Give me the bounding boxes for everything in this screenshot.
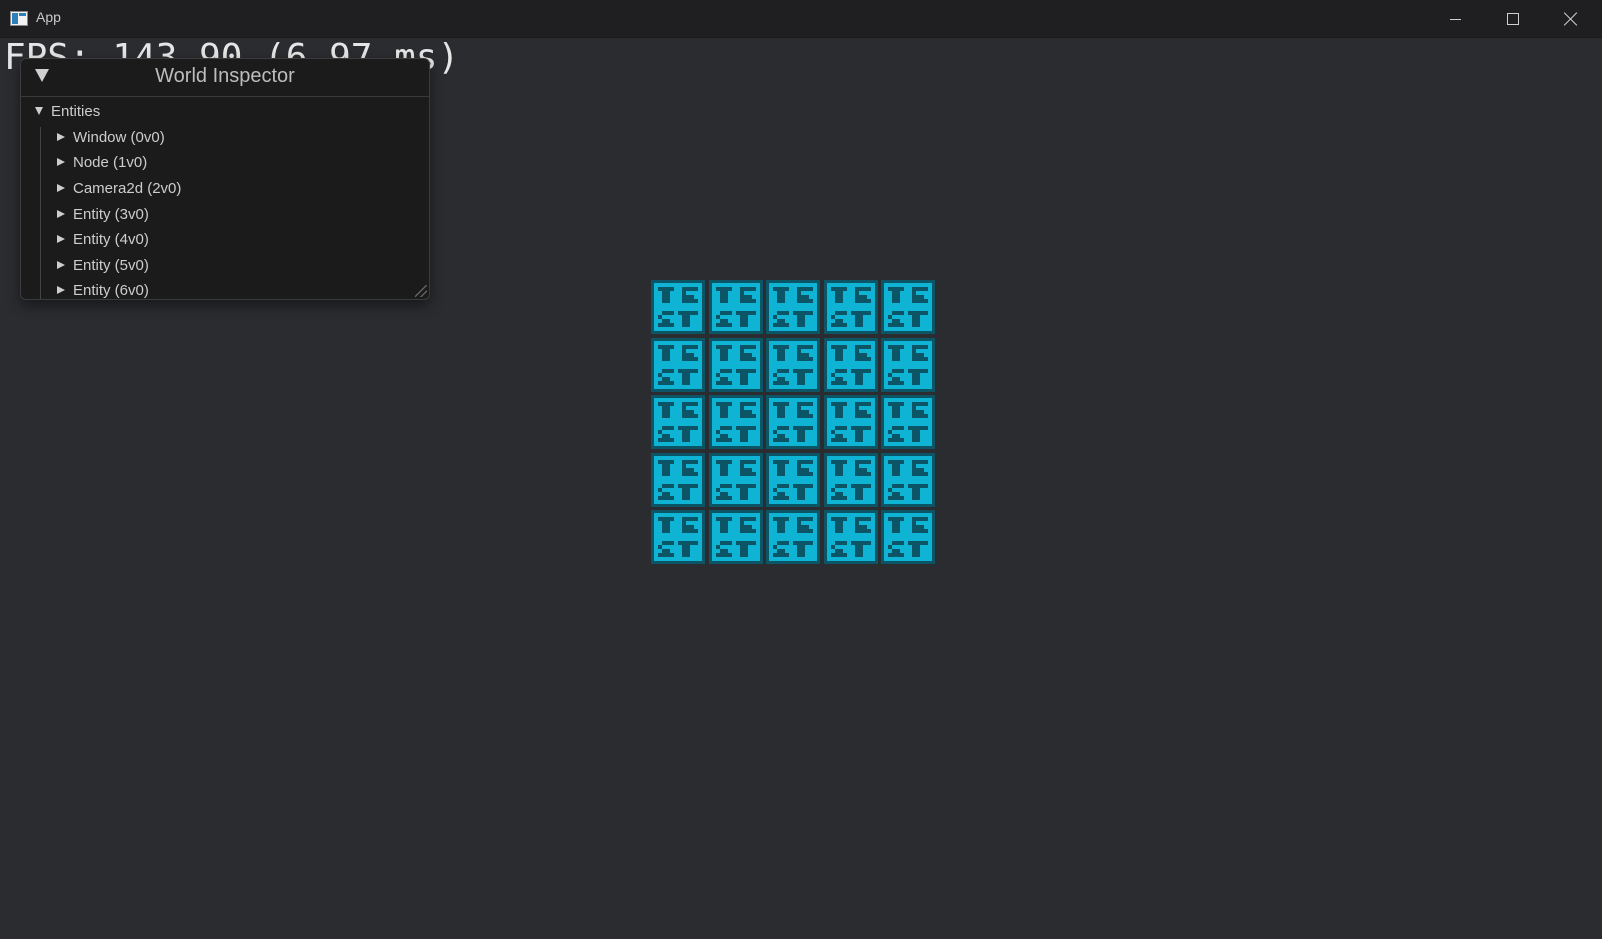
test-sprite-tile bbox=[766, 280, 820, 334]
test-sprite-tile bbox=[823, 510, 878, 564]
test-texture-icon bbox=[830, 517, 871, 557]
collapsed-triangle-icon bbox=[57, 184, 65, 192]
inspector-header[interactable]: World Inspector bbox=[21, 59, 429, 97]
test-texture-icon bbox=[773, 402, 813, 442]
tree-item-label: Entity (3v0) bbox=[73, 205, 149, 223]
minimize-icon bbox=[1449, 18, 1461, 20]
tree-item[interactable]: Entity (4v0) bbox=[57, 229, 149, 249]
test-texture-icon bbox=[830, 459, 871, 500]
test-sprite-tile bbox=[881, 452, 935, 507]
maximize-button[interactable] bbox=[1484, 0, 1542, 38]
collapsed-triangle-icon bbox=[57, 210, 65, 218]
test-sprite-tile bbox=[651, 280, 705, 334]
app-icon bbox=[10, 11, 28, 26]
game-viewport[interactable]: FPS: 143.90 (6.97 ms) World Inspector En… bbox=[0, 37, 1602, 939]
test-texture-icon bbox=[888, 459, 928, 500]
test-sprite-tile bbox=[766, 452, 820, 507]
tree-item-label: Entity (5v0) bbox=[73, 256, 149, 274]
test-texture-icon bbox=[715, 517, 756, 557]
inspector-title: World Inspector bbox=[155, 65, 295, 87]
test-sprite-tile bbox=[881, 395, 935, 449]
tree-item[interactable]: Entity (5v0) bbox=[57, 255, 149, 275]
test-sprite-tile bbox=[708, 510, 763, 564]
expanded-triangle-icon bbox=[35, 107, 43, 115]
test-texture-icon bbox=[888, 344, 928, 385]
test-texture-icon bbox=[658, 459, 698, 500]
tree-item[interactable]: Entity (6v0) bbox=[57, 280, 149, 299]
test-sprite-tile bbox=[881, 510, 935, 564]
test-sprite-tile bbox=[651, 452, 705, 507]
test-sprite-tile bbox=[823, 280, 878, 334]
test-texture-icon bbox=[715, 287, 756, 327]
test-sprite-tile bbox=[766, 510, 820, 564]
window-title: App bbox=[36, 9, 61, 25]
test-texture-icon bbox=[888, 402, 928, 442]
test-texture-icon bbox=[715, 402, 756, 442]
tree-item-label: Entity (4v0) bbox=[73, 230, 149, 248]
tree-item[interactable]: Node (1v0) bbox=[57, 152, 147, 172]
test-texture-icon bbox=[830, 402, 871, 442]
test-sprite-tile bbox=[651, 395, 705, 449]
test-sprite-tile bbox=[881, 280, 935, 334]
test-sprite-tile bbox=[708, 337, 763, 392]
test-sprite-tile bbox=[651, 510, 705, 564]
close-icon bbox=[1564, 12, 1578, 26]
test-texture-icon bbox=[773, 459, 813, 500]
tree-item[interactable]: Camera2d (2v0) bbox=[57, 178, 181, 198]
test-texture-icon bbox=[658, 517, 698, 557]
test-sprite-tile bbox=[708, 280, 763, 334]
inspector-body: Entities Window (0v0) Node (1v0) Camera2… bbox=[21, 97, 429, 299]
tree-item[interactable]: Entity (3v0) bbox=[57, 204, 149, 224]
test-texture-icon bbox=[888, 517, 928, 557]
test-sprite-tile bbox=[708, 452, 763, 507]
test-sprite-tile bbox=[708, 395, 763, 449]
collapsed-triangle-icon bbox=[57, 133, 65, 141]
sprite-grid bbox=[651, 280, 939, 568]
world-inspector-panel[interactable]: World Inspector Entities Window (0v0) No… bbox=[20, 58, 430, 300]
test-sprite-tile bbox=[766, 395, 820, 449]
test-sprite-tile bbox=[823, 452, 878, 507]
minimize-button[interactable] bbox=[1426, 0, 1484, 38]
test-texture-icon bbox=[658, 344, 698, 385]
tree-item-label: Entity (6v0) bbox=[73, 281, 149, 299]
collapsed-triangle-icon bbox=[57, 286, 65, 294]
maximize-icon bbox=[1507, 13, 1519, 25]
test-texture-icon bbox=[773, 344, 813, 385]
test-texture-icon bbox=[773, 517, 813, 557]
tree-section-label: Entities bbox=[51, 102, 101, 120]
test-sprite-tile bbox=[766, 337, 820, 392]
test-sprite-tile bbox=[823, 337, 878, 392]
test-texture-icon bbox=[715, 344, 756, 385]
tree-guide-line bbox=[40, 127, 41, 299]
resize-grip-icon[interactable] bbox=[415, 285, 427, 297]
collapsed-triangle-icon bbox=[57, 235, 65, 243]
test-sprite-tile bbox=[881, 337, 935, 392]
test-texture-icon bbox=[658, 402, 698, 442]
test-texture-icon bbox=[830, 287, 871, 327]
test-texture-icon bbox=[715, 459, 756, 500]
close-button[interactable] bbox=[1542, 0, 1600, 38]
tree-item-label: Camera2d (2v0) bbox=[73, 179, 182, 197]
test-sprite-tile bbox=[823, 395, 878, 449]
test-texture-icon bbox=[773, 287, 813, 327]
test-texture-icon bbox=[830, 344, 871, 385]
test-texture-icon bbox=[888, 287, 928, 327]
tree-item[interactable]: Window (0v0) bbox=[57, 127, 165, 147]
test-sprite-tile bbox=[651, 337, 705, 392]
tree-item-label: Window (0v0) bbox=[73, 128, 165, 146]
collapsed-triangle-icon bbox=[57, 261, 65, 269]
collapsed-triangle-icon bbox=[57, 158, 65, 166]
tree-section-entities[interactable]: Entities bbox=[35, 101, 100, 121]
test-texture-icon bbox=[658, 287, 698, 327]
tree-item-label: Node (1v0) bbox=[73, 153, 148, 171]
